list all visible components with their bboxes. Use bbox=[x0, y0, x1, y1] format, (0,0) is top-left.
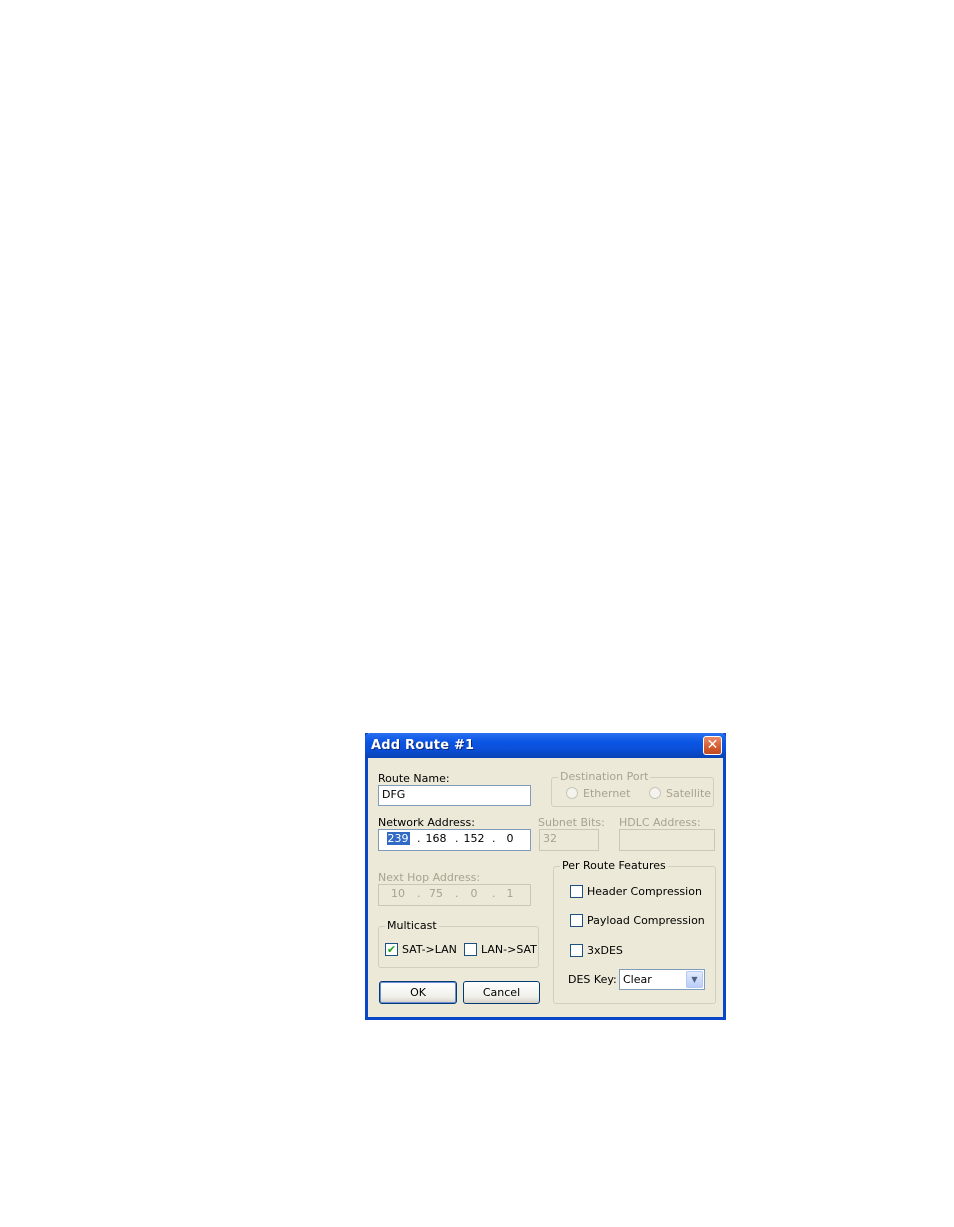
header-compression-label: Header Compression bbox=[587, 885, 702, 898]
network-octet-4: 0 bbox=[506, 832, 514, 845]
next-hop-octet-1: 10 bbox=[391, 887, 405, 900]
network-address-label: Network Address: bbox=[378, 816, 475, 829]
octet-separator: . bbox=[455, 832, 459, 845]
next-hop-octet-3: 0 bbox=[470, 887, 478, 900]
next-hop-octet-4: 1 bbox=[506, 887, 514, 900]
title-bar[interactable]: Add Route #1 ✕ bbox=[365, 733, 726, 758]
3xdes-label: 3xDES bbox=[587, 944, 623, 957]
next-hop-label: Next Hop Address: bbox=[378, 871, 481, 884]
cancel-button[interactable]: Cancel bbox=[463, 981, 540, 1004]
hdlc-address-input[interactable] bbox=[619, 829, 715, 851]
lan-to-sat-checkbox[interactable] bbox=[464, 943, 477, 956]
octet-separator: . bbox=[492, 832, 496, 845]
per-route-features-group: Per Route Features Header Compression Pa… bbox=[553, 859, 716, 1004]
multicast-group: Multicast ✔ SAT->LAN LAN->SAT bbox=[378, 919, 539, 968]
subnet-bits-value: 32 bbox=[543, 832, 557, 845]
network-octet-3: 152 bbox=[463, 832, 485, 845]
octet-separator: . bbox=[417, 887, 421, 900]
des-key-label: DES Key: bbox=[568, 973, 617, 986]
per-route-features-label: Per Route Features bbox=[560, 859, 668, 872]
des-key-select[interactable]: Clear ▼ bbox=[619, 969, 705, 990]
dialog-title: Add Route #1 bbox=[371, 738, 475, 753]
octet-separator: . bbox=[417, 832, 421, 845]
network-octet-1: 239 bbox=[386, 832, 410, 845]
ethernet-label: Ethernet bbox=[583, 787, 631, 800]
satellite-label: Satellite bbox=[666, 787, 712, 800]
destination-port-group: Destination Port Ethernet Satellite bbox=[551, 770, 714, 807]
sat-to-lan-checkbox[interactable]: ✔ bbox=[385, 943, 398, 956]
close-button[interactable]: ✕ bbox=[703, 736, 722, 755]
payload-compression-label: Payload Compression bbox=[587, 914, 705, 927]
subnet-bits-input[interactable]: 32 bbox=[539, 829, 599, 851]
network-address-input[interactable]: 239 . 168 . 152 . 0 bbox=[378, 829, 531, 851]
satellite-radio[interactable] bbox=[649, 787, 661, 799]
3xdes-checkbox[interactable] bbox=[570, 944, 583, 957]
multicast-label: Multicast bbox=[385, 919, 439, 932]
des-key-value: Clear bbox=[623, 973, 652, 986]
destination-port-label: Destination Port bbox=[558, 770, 651, 783]
route-name-value: DFG bbox=[382, 788, 406, 801]
next-hop-octet-2: 75 bbox=[429, 887, 443, 900]
route-name-label: Route Name: bbox=[378, 772, 450, 785]
next-hop-input[interactable]: 10 . 75 . 0 . 1 bbox=[378, 884, 531, 906]
subnet-bits-label: Subnet Bits: bbox=[538, 816, 605, 829]
sat-to-lan-label: SAT->LAN bbox=[402, 943, 457, 956]
hdlc-address-label: HDLC Address: bbox=[619, 816, 701, 829]
route-name-input[interactable]: DFG bbox=[378, 785, 531, 806]
network-octet-2: 168 bbox=[425, 832, 447, 845]
header-compression-checkbox[interactable] bbox=[570, 885, 583, 898]
chevron-down-icon[interactable]: ▼ bbox=[686, 971, 703, 988]
ok-button[interactable]: OK bbox=[379, 981, 457, 1004]
add-route-dialog: Add Route #1 ✕ Route Name: DFG Destinati… bbox=[365, 733, 726, 1020]
close-icon: ✕ bbox=[706, 737, 719, 753]
payload-compression-checkbox[interactable] bbox=[570, 914, 583, 927]
lan-to-sat-label: LAN->SAT bbox=[481, 943, 537, 956]
octet-separator: . bbox=[455, 887, 459, 900]
ethernet-radio[interactable] bbox=[566, 787, 578, 799]
octet-separator: . bbox=[492, 887, 496, 900]
check-icon: ✔ bbox=[386, 943, 397, 956]
